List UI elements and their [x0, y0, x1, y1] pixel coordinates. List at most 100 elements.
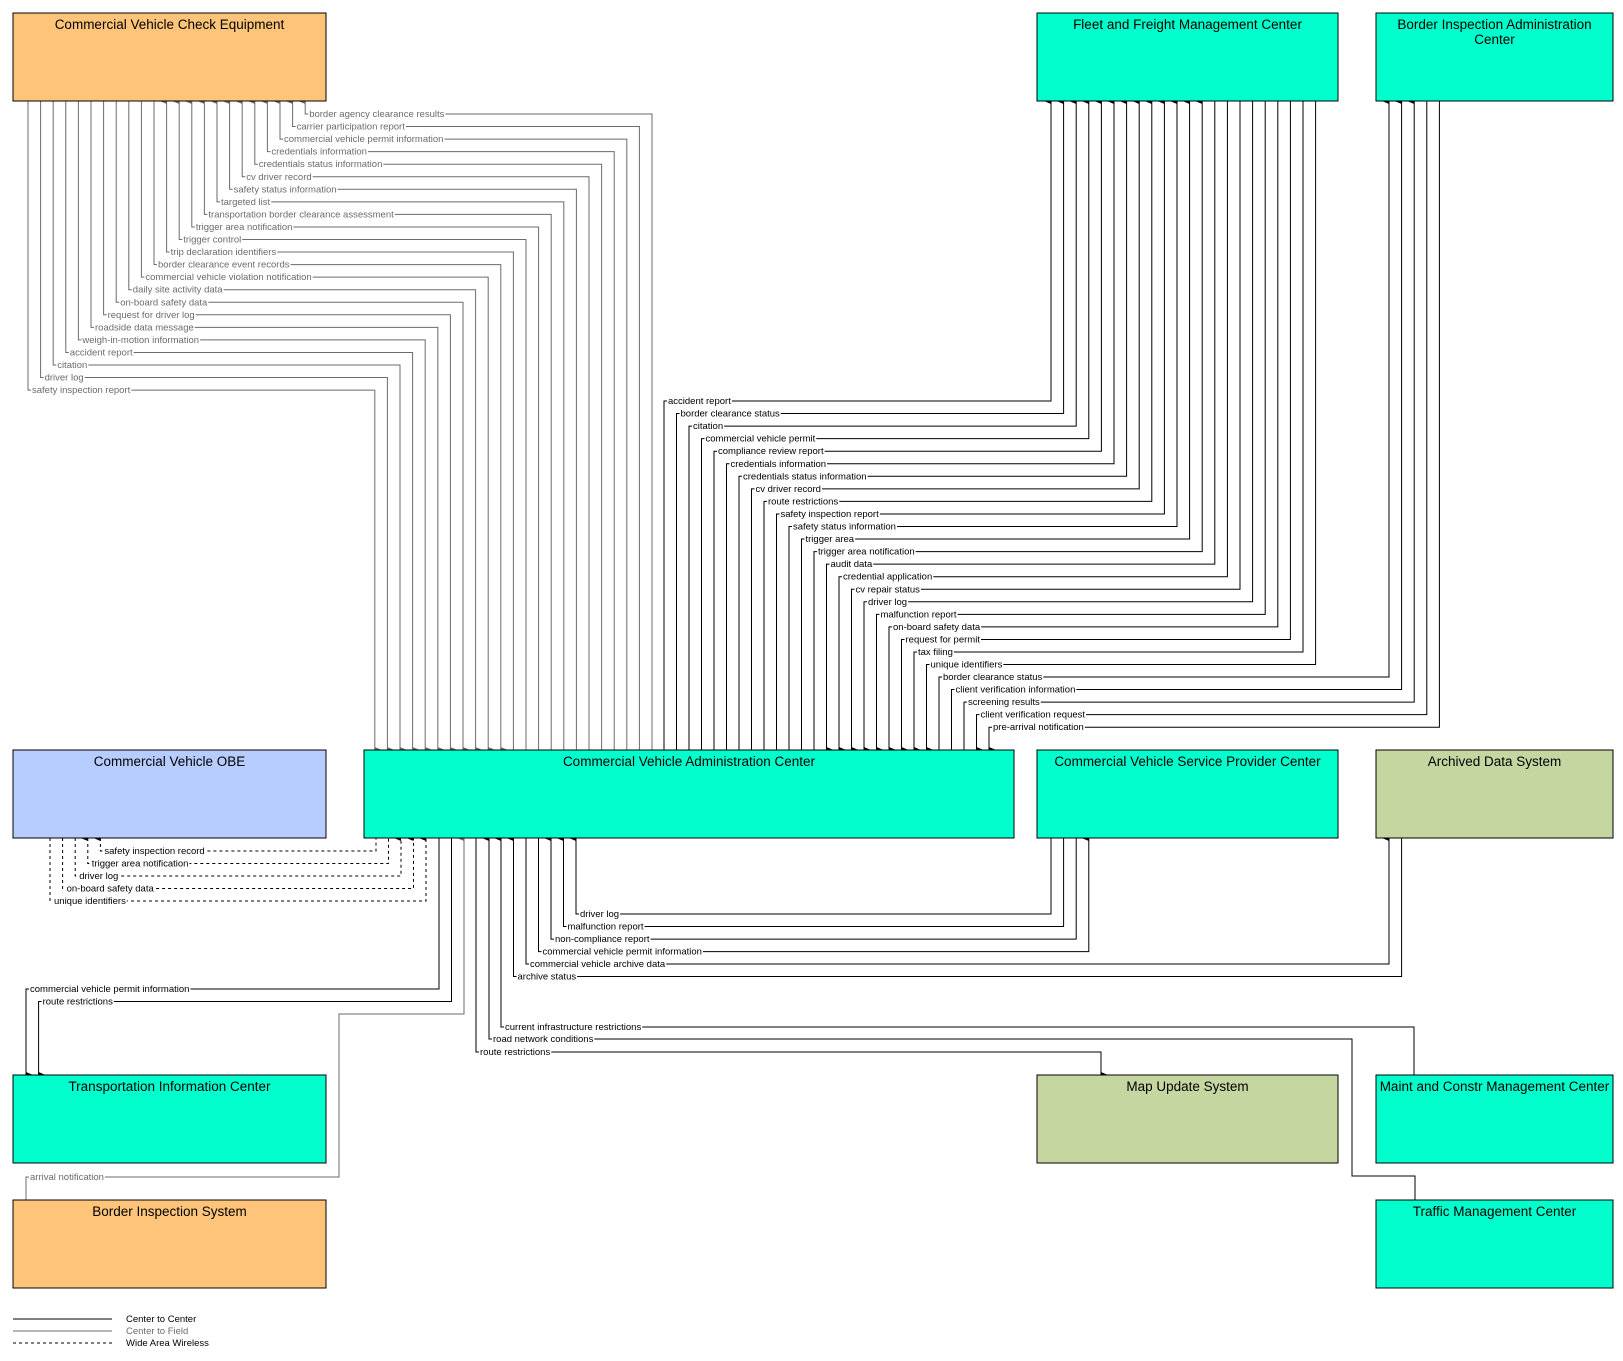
element-title: Commercial Vehicle Check Equipment	[55, 17, 285, 32]
flow-label: cv driver record	[756, 484, 821, 495]
element-ads[interactable]: Archived Data System	[1375, 749, 1614, 839]
element-mcmc[interactable]: Maint and Constr Management Center	[1375, 1074, 1614, 1164]
flow-line[interactable]	[285, 98, 640, 750]
flow-label: border agency clearance results	[309, 109, 444, 120]
element-obe[interactable]: Commercial Vehicle OBE	[12, 749, 327, 839]
flow-label: route restrictions	[43, 997, 113, 1008]
element-title: Border Inspection System	[92, 1204, 247, 1219]
flow-line[interactable]	[235, 98, 590, 750]
flow-label: driver log	[580, 909, 619, 920]
flow-line[interactable]	[851, 101, 1241, 753]
flow-line[interactable]	[913, 101, 1304, 753]
flow-label: compliance review report	[718, 446, 824, 457]
legend-label-center-to-field: Center to Field	[126, 1326, 188, 1337]
element-title: Commercial Vehicle Service Provider Cent…	[1054, 754, 1321, 769]
element-cvac[interactable]: Commercial Vehicle Administration Center	[363, 749, 1015, 839]
flow-line[interactable]	[688, 98, 1077, 750]
flow-label: border clearance status	[681, 409, 781, 420]
flow-label: malfunction report	[881, 609, 957, 620]
legend: Center to Center Center to Field Wide Ar…	[13, 1314, 209, 1349]
flow-line[interactable]	[298, 98, 653, 750]
flow-line[interactable]	[153, 101, 508, 753]
flow-line[interactable]	[140, 101, 496, 753]
flow-line[interactable]	[27, 101, 382, 753]
element-tic[interactable]: Transportation Information Center	[12, 1074, 327, 1164]
element-tmc[interactable]: Traffic Management Center	[1375, 1199, 1614, 1289]
element-title: Maint and Constr Management Center	[1380, 1079, 1610, 1094]
flow-label: driver log	[79, 871, 118, 882]
flow-line[interactable]	[525, 835, 1390, 965]
flow-label: daily site activity data	[133, 285, 223, 296]
flow-line[interactable]	[222, 98, 577, 750]
flow-label: weigh-in-motion information	[81, 335, 199, 346]
flow-label: targeted list	[221, 197, 270, 208]
flow-label: safety inspection report	[32, 385, 131, 396]
flow-line[interactable]	[988, 101, 1440, 753]
flow-label: commercial vehicle archive data	[530, 959, 666, 970]
flow-label: driver log	[868, 597, 907, 608]
flow-line[interactable]	[763, 98, 1153, 750]
flow-line[interactable]	[838, 101, 1228, 753]
flow-line[interactable]	[103, 101, 458, 753]
flow-label: trigger area notification	[92, 859, 189, 870]
flow-line[interactable]	[901, 101, 1291, 753]
flow-line[interactable]	[676, 98, 1065, 750]
flow-label: citation	[57, 360, 87, 371]
flow-line[interactable]	[713, 98, 1102, 750]
element-title: Fleet and Freight Management Center	[1073, 17, 1302, 32]
flow-line[interactable]	[776, 98, 1165, 750]
flow-label: tax filing	[918, 647, 953, 658]
element-biac[interactable]: Border Inspection AdministrationCenter	[1375, 12, 1614, 102]
flow-line[interactable]	[128, 101, 483, 753]
flow-line[interactable]	[247, 98, 603, 750]
legend-label-center-to-center: Center to Center	[126, 1314, 196, 1325]
flow-label: unique identifiers	[931, 660, 1003, 671]
flow-label: transportation border clearance assessme…	[208, 209, 394, 220]
flows-layer: border agency clearance results carrier p…	[25, 98, 1440, 1200]
flow-label: non-compliance report	[555, 934, 650, 945]
flow-line[interactable]	[701, 98, 1090, 750]
flow-line[interactable]	[976, 101, 1428, 753]
element-title: Commercial Vehicle OBE	[94, 754, 246, 769]
flow-line[interactable]	[115, 101, 470, 753]
flow-line[interactable]	[40, 101, 395, 753]
flow-label: accident report	[668, 396, 731, 407]
flow-line[interactable]	[159, 98, 514, 750]
element-title: Map Update System	[1126, 1079, 1248, 1094]
element-title: Commercial Vehicle Administration Center	[563, 754, 816, 769]
flow-label: credentials status information	[259, 159, 383, 170]
element-mus[interactable]: Map Update System	[1036, 1074, 1339, 1164]
element-cvspc[interactable]: Commercial Vehicle Service Provider Cent…	[1036, 749, 1339, 839]
flow-label: route restrictions	[768, 496, 838, 507]
flow-label: trigger area notification	[818, 547, 915, 558]
legend-label-wide-area-wireless: Wide Area Wireless	[126, 1338, 209, 1349]
flow-label: safety status information	[793, 522, 896, 533]
flow-label: commercial vehicle permit information	[30, 984, 189, 995]
element-ffmc[interactable]: Fleet and Freight Management Center	[1036, 12, 1339, 102]
flow-label: on-board safety data	[67, 884, 155, 895]
flow-line[interactable]	[556, 835, 1065, 928]
flow-line[interactable]	[260, 98, 615, 750]
flow-label: cv repair status	[856, 584, 921, 595]
element-title: Archived Data System	[1428, 754, 1562, 769]
element-bis[interactable]: Border Inspection System	[12, 1199, 327, 1289]
flow-label: border clearance status	[943, 672, 1043, 683]
flow-line[interactable]	[788, 98, 1178, 750]
flow-label: request for driver log	[108, 310, 195, 321]
flow-label: road network conditions	[493, 1034, 594, 1045]
flow-line[interactable]	[813, 98, 1203, 750]
flow-line[interactable]	[273, 98, 628, 750]
flow-line[interactable]	[926, 101, 1317, 753]
flow-line[interactable]	[801, 98, 1191, 750]
element-cvce[interactable]: Commercial Vehicle Check Equipment	[12, 12, 327, 102]
flow-label: roadside data message	[95, 322, 194, 333]
flow-label: on-board safety data	[893, 622, 981, 633]
flow-line[interactable]	[74, 835, 402, 877]
flow-label: client verification request	[981, 710, 1086, 721]
flow-label: border clearance event records	[158, 260, 290, 271]
flow-label: client verification information	[956, 685, 1076, 696]
flow-label: request for permit	[906, 634, 981, 645]
flow-label: credentials information	[731, 459, 827, 470]
flow-line[interactable]	[826, 101, 1216, 753]
flow-line[interactable]	[569, 835, 1052, 915]
